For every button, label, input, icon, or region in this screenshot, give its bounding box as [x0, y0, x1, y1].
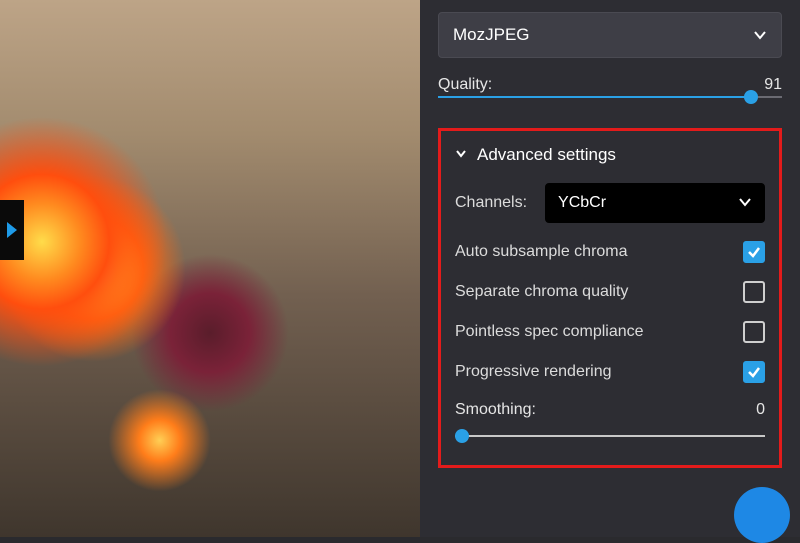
option-label: Auto subsample chroma	[455, 243, 628, 261]
option-label: Separate chroma quality	[455, 283, 628, 301]
app-root: MozJPEG Quality: 91 Advanced settings	[0, 0, 800, 537]
quality-slider[interactable]	[438, 88, 782, 106]
smoothing-label: Smoothing:	[455, 401, 536, 419]
option-label: Pointless spec compliance	[455, 323, 644, 341]
chevron-down-icon	[455, 148, 467, 162]
download-button[interactable]	[734, 487, 790, 543]
compare-handle[interactable]	[0, 200, 24, 260]
settings-panel: MozJPEG Quality: 91 Advanced settings	[420, 0, 800, 537]
image-preview[interactable]	[0, 0, 420, 537]
checkbox-auto-subsample[interactable]	[743, 241, 765, 263]
encoder-select[interactable]: MozJPEG	[438, 12, 782, 58]
checkmark-icon	[747, 245, 761, 259]
preview-image	[0, 0, 420, 537]
option-pointless-spec: Pointless spec compliance	[455, 321, 765, 343]
chevron-down-icon	[738, 194, 752, 212]
smoothing-row: Smoothing: 0	[455, 401, 765, 419]
checkmark-icon	[747, 365, 761, 379]
checkbox-separate-chroma[interactable]	[743, 281, 765, 303]
option-auto-subsample: Auto subsample chroma	[455, 241, 765, 263]
channels-selected: YCbCr	[558, 194, 606, 212]
checkbox-progressive[interactable]	[743, 361, 765, 383]
smoothing-value: 0	[733, 401, 765, 419]
option-progressive: Progressive rendering	[455, 361, 765, 383]
checkbox-pointless-spec[interactable]	[743, 321, 765, 343]
channels-select[interactable]: YCbCr	[545, 183, 765, 223]
advanced-title: Advanced settings	[477, 145, 616, 165]
slider-thumb[interactable]	[744, 90, 758, 104]
chevron-down-icon	[753, 27, 767, 43]
channels-label: Channels:	[455, 194, 527, 212]
smoothing-slider[interactable]	[455, 427, 765, 445]
slider-thumb[interactable]	[455, 429, 469, 443]
option-separate-chroma: Separate chroma quality	[455, 281, 765, 303]
advanced-toggle[interactable]: Advanced settings	[455, 145, 765, 165]
option-label: Progressive rendering	[455, 363, 612, 381]
encoder-selected: MozJPEG	[453, 25, 530, 45]
channels-row: Channels: YCbCr	[455, 183, 765, 223]
play-right-icon	[5, 220, 19, 240]
advanced-settings-section: Advanced settings Channels: YCbCr Auto s…	[438, 128, 782, 468]
